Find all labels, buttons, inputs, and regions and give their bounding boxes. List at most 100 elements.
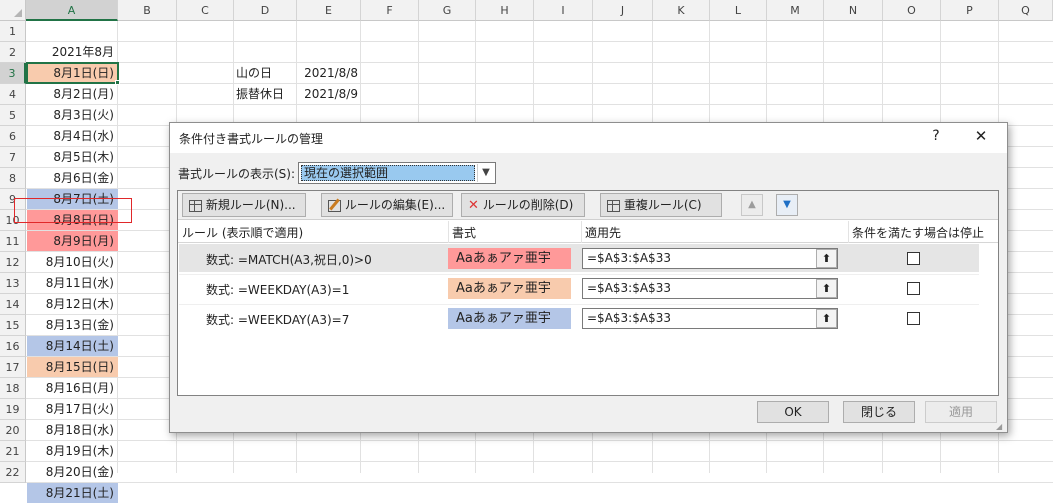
column-header-o[interactable]: O — [883, 0, 941, 21]
row-header-2[interactable]: 2 — [0, 42, 26, 63]
format-column-header: 書式 — [452, 226, 477, 240]
row-divider — [179, 274, 979, 275]
grid-line-horizontal — [26, 104, 1053, 105]
column-header-f[interactable]: F — [361, 0, 419, 21]
row-header-20[interactable]: 20 — [0, 420, 26, 441]
column-header-l[interactable]: L — [710, 0, 767, 21]
fill-handle[interactable] — [115, 80, 120, 85]
row-header-3[interactable]: 3 — [0, 63, 26, 84]
column-header-a[interactable]: A — [26, 0, 118, 21]
applies-to-range-input[interactable]: =$A$3:$A$33 — [582, 278, 838, 299]
resize-grip-icon[interactable]: ◢ — [996, 422, 1005, 431]
date-cell[interactable]: 8月3日(火) — [27, 105, 118, 125]
column-header-c[interactable]: C — [177, 0, 234, 21]
date-cell[interactable]: 8月4日(水) — [27, 126, 118, 146]
row-header-19[interactable]: 19 — [0, 399, 26, 420]
row-header-8[interactable]: 8 — [0, 168, 26, 189]
active-cell-outline — [26, 62, 119, 84]
stop-if-true-column-header: 条件を満たす場合は停止 — [852, 226, 985, 240]
format-preview-swatch: Aaあぁアァ亜宇 — [448, 278, 571, 299]
date-cell[interactable]: 8月19日(木) — [27, 441, 118, 461]
rule-formula-text[interactable]: 数式: =WEEKDAY(A3)=1 — [206, 281, 349, 298]
help-button[interactable]: ? — [926, 128, 946, 144]
select-all-corner[interactable] — [0, 0, 26, 21]
edit-rule-button[interactable]: ルールの編集(E)... — [321, 193, 453, 217]
rule-formula-text[interactable]: 数式: =WEEKDAY(A3)=7 — [206, 311, 349, 328]
range-collapse-icon[interactable]: ⬆ — [816, 279, 837, 298]
date-cell[interactable]: 8月10日(火) — [27, 252, 118, 272]
column-header-q[interactable]: Q — [999, 0, 1053, 21]
cell-e4[interactable]: 2021/8/9 — [297, 84, 360, 104]
edit-rule-label: ルールの編集(E)... — [344, 198, 446, 212]
row-header-13[interactable]: 13 — [0, 273, 26, 294]
date-cell[interactable]: 8月17日(火) — [27, 399, 118, 419]
ok-button[interactable]: OK — [757, 401, 829, 423]
date-cell[interactable]: 8月13日(金) — [27, 315, 118, 335]
new-rule-button[interactable]: 新規ルール(N)... — [182, 193, 306, 217]
column-header-e[interactable]: E — [297, 0, 361, 21]
range-collapse-icon[interactable]: ⬆ — [816, 309, 837, 328]
cell-d3[interactable]: 山の日 — [234, 63, 296, 83]
row-header-4[interactable]: 4 — [0, 84, 26, 105]
stop-if-true-checkbox[interactable] — [907, 312, 920, 325]
stop-if-true-checkbox[interactable] — [907, 252, 920, 265]
rule-formula-text[interactable]: 数式: =MATCH(A3,祝日,0)>0 — [206, 251, 372, 268]
delete-x-icon: ✕ — [468, 198, 479, 213]
delete-rule-button[interactable]: ✕ ルールの削除(D) — [461, 193, 585, 217]
move-down-button[interactable]: ▼ — [776, 194, 798, 216]
close-icon[interactable]: ✕ — [968, 127, 994, 145]
chevron-down-icon[interactable]: ▼ — [477, 164, 494, 182]
row-header-11[interactable]: 11 — [0, 231, 26, 252]
applies-to-range-input[interactable]: =$A$3:$A$33 — [582, 308, 838, 329]
column-header-n[interactable]: N — [824, 0, 883, 21]
date-cell[interactable]: 8月15日(日) — [27, 357, 118, 377]
duplicate-rule-button[interactable]: 重複ルール(C) — [600, 193, 722, 217]
grid-line-horizontal — [26, 461, 1053, 462]
range-collapse-icon[interactable]: ⬆ — [816, 249, 837, 268]
date-cell[interactable]: 8月9日(月) — [27, 231, 118, 251]
date-cell[interactable]: 8月11日(水) — [27, 273, 118, 293]
show-rules-dropdown[interactable]: 現在の選択範囲 ▼ — [298, 162, 496, 184]
column-header-h[interactable]: H — [476, 0, 534, 21]
column-header-b[interactable]: B — [118, 0, 177, 21]
column-header-g[interactable]: G — [419, 0, 476, 21]
move-up-button[interactable]: ▲ — [741, 194, 763, 216]
new-rule-label: 新規ルール(N)... — [205, 198, 296, 212]
row-header-16[interactable]: 16 — [0, 336, 26, 357]
row-header-15[interactable]: 15 — [0, 315, 26, 336]
cell-d4[interactable]: 振替休日 — [234, 84, 296, 104]
column-header-m[interactable]: M — [767, 0, 824, 21]
conditional-format-manager-dialog: 条件付き書式ルールの管理 ? ✕ 書式ルールの表示(S): 現在の選択範囲 ▼ … — [169, 122, 1008, 433]
row-header-18[interactable]: 18 — [0, 378, 26, 399]
date-cell[interactable]: 8月2日(月) — [27, 84, 118, 104]
column-header-j[interactable]: J — [593, 0, 653, 21]
close-button[interactable]: 閉じる — [843, 401, 915, 423]
row-header-5[interactable]: 5 — [0, 105, 26, 126]
date-cell[interactable]: 8月16日(月) — [27, 378, 118, 398]
apply-button[interactable]: 適用 — [925, 401, 997, 423]
grid-line-horizontal — [26, 83, 1053, 84]
date-cell[interactable]: 8月18日(水) — [27, 420, 118, 440]
row-header-7[interactable]: 7 — [0, 147, 26, 168]
date-cell[interactable]: 8月21日(土) — [27, 483, 118, 503]
format-preview-swatch: Aaあぁアァ亜宇 — [448, 308, 571, 329]
row-header-21[interactable]: 21 — [0, 441, 26, 462]
cell-a2[interactable]: 2021年8月 — [27, 42, 118, 62]
stop-if-true-checkbox[interactable] — [907, 282, 920, 295]
date-cell[interactable]: 8月12日(木) — [27, 294, 118, 314]
column-header-p[interactable]: P — [941, 0, 999, 21]
row-header-6[interactable]: 6 — [0, 126, 26, 147]
row-header-1[interactable]: 1 — [0, 21, 26, 42]
cell-e3[interactable]: 2021/8/8 — [297, 63, 360, 83]
column-header-i[interactable]: I — [534, 0, 593, 21]
column-header-k[interactable]: K — [653, 0, 710, 21]
applies-to-range-input[interactable]: =$A$3:$A$33 — [582, 248, 838, 269]
date-cell[interactable]: 8月20日(金) — [27, 462, 118, 482]
column-header-d[interactable]: D — [234, 0, 297, 21]
date-cell[interactable]: 8月14日(土) — [27, 336, 118, 356]
date-cell[interactable]: 8月6日(金) — [27, 168, 118, 188]
row-header-17[interactable]: 17 — [0, 357, 26, 378]
row-header-12[interactable]: 12 — [0, 252, 26, 273]
row-header-14[interactable]: 14 — [0, 294, 26, 315]
date-cell[interactable]: 8月5日(木) — [27, 147, 118, 167]
